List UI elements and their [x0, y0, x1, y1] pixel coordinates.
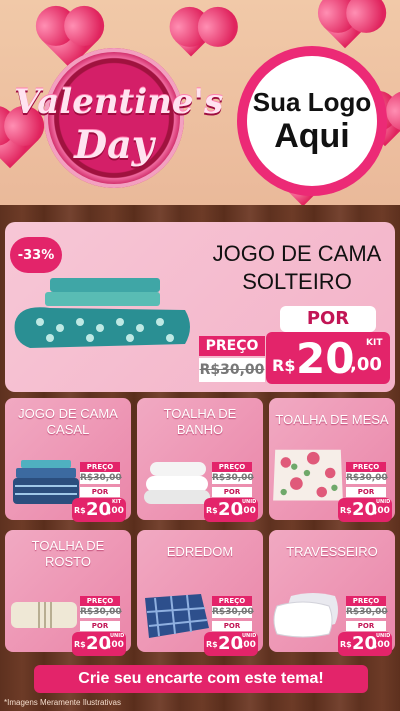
card-title-line2: CASAL — [46, 422, 90, 437]
card-title-line1: TOALHA DE — [31, 538, 105, 553]
card3-price-dec: ,00 — [374, 506, 390, 516]
card1-unit: KIT — [112, 499, 122, 505]
card-title: JOGO DE CAMA CASAL — [5, 406, 131, 438]
card1-price: R$ 20 ,00 KIT — [72, 498, 126, 522]
hero-price-dec: ,00 — [350, 354, 382, 375]
card1-price-dec: ,00 — [108, 506, 124, 516]
card4-por-label: POR — [80, 621, 120, 631]
card6-currency: R$ — [340, 640, 352, 649]
face-towel-image — [11, 602, 77, 628]
card4-price-label: PREÇO — [80, 596, 120, 606]
hero-currency: R$ — [272, 356, 296, 375]
card5-price: R$ 20 ,00 UNID — [204, 632, 258, 656]
card6-por-label: POR — [346, 621, 386, 631]
card4-price: R$ 20 ,00 UNID — [72, 632, 126, 656]
card6-price-label: PREÇO — [346, 596, 386, 606]
card6-price-dec: ,00 — [374, 640, 390, 650]
header-banner: Valentine's Day Sua Logo Aqui — [0, 0, 400, 205]
card-title-line1: EDREDOM — [166, 544, 234, 559]
disclaimer-text: *Imagens Meramente Ilustrativas — [4, 698, 121, 707]
card-title-line1: TRAVESSEIRO — [286, 544, 378, 559]
card5-unit: UNID — [242, 633, 257, 639]
card1-price-label: PREÇO — [80, 462, 120, 472]
card6-old-price: R$30,00 — [346, 606, 388, 618]
card-title: TOALHA DE BANHO — [137, 406, 263, 438]
heart-icon — [323, 5, 367, 49]
card3-por-label: POR — [346, 487, 386, 497]
card1-por-label: POR — [80, 487, 120, 497]
hero-title-line2: SOLTEIRO — [242, 269, 352, 294]
card5-price-label: PREÇO — [212, 596, 252, 606]
card1-currency: R$ — [74, 506, 86, 515]
card2-price-dec: ,00 — [240, 506, 256, 516]
hero-price-label: PREÇO — [199, 336, 265, 356]
card2-price-label: PREÇO — [212, 462, 252, 472]
card2-unit: UNID — [242, 499, 257, 505]
badge-title-line1: Valentine's — [14, 82, 224, 122]
valentines-day-badge: Valentine's Day — [14, 38, 224, 188]
card-title: TRAVESSEIRO — [269, 544, 395, 560]
card-title-line2: BANHO — [176, 422, 224, 437]
card4-currency: R$ — [74, 640, 86, 649]
logo-text-line2: Aqui — [274, 117, 350, 155]
pillow-image — [273, 593, 338, 638]
badge-title-line2: Day — [74, 122, 154, 167]
hero-new-price: R$ 20 ,00 KIT — [266, 332, 390, 384]
card3-old-price: R$30,00 — [346, 472, 388, 484]
card6-unit: UNID — [376, 633, 391, 639]
card2-old-price: R$30,00 — [212, 472, 254, 484]
hero-title: JOGO DE CAMA SOLTEIRO — [192, 240, 400, 296]
discount-badge: -33% — [10, 237, 62, 273]
cta-button[interactable]: Crie seu encarte com este tema! — [34, 665, 368, 693]
logo-placeholder[interactable]: Sua Logo Aqui — [237, 46, 387, 196]
bath-towel-image — [144, 462, 210, 504]
hero-old-price: R$30,00 — [199, 358, 265, 382]
card5-old-price: R$30,00 — [212, 606, 254, 618]
card-title-line1: JOGO DE CAMA — [18, 406, 118, 421]
card2-currency: R$ — [206, 506, 218, 515]
hero-price-int: 20 — [296, 334, 355, 383]
card1-old-price: R$30,00 — [80, 472, 122, 484]
card-title-line1: TOALHA DE — [163, 406, 237, 421]
card5-price-dec: ,00 — [240, 640, 256, 650]
card2-por-label: POR — [212, 487, 252, 497]
comforter-image — [145, 594, 209, 638]
tablecloth-image — [273, 449, 343, 501]
hero-kit-label: KIT — [366, 338, 383, 348]
card6-price: R$ 20 ,00 UNID — [338, 632, 392, 656]
card5-por-label: POR — [212, 621, 252, 631]
card4-price-dec: ,00 — [108, 640, 124, 650]
card2-price: R$ 20 ,00 UNID — [204, 498, 258, 522]
card3-price-label: PREÇO — [346, 462, 386, 472]
card-title-line1: TOALHA DE MESA — [275, 412, 389, 427]
card3-price: R$ 20 ,00 UNID — [338, 498, 392, 522]
hero-por-label: POR — [280, 306, 376, 332]
card-title: EDREDOM — [137, 544, 263, 560]
card4-unit: UNID — [110, 633, 125, 639]
card-title-line2: ROSTO — [45, 554, 91, 569]
card3-currency: R$ — [340, 506, 352, 515]
bedding-image — [13, 460, 79, 504]
bed-sheet-set-image — [14, 278, 191, 348]
logo-text-line1: Sua Logo — [252, 87, 372, 117]
card4-old-price: R$30,00 — [80, 606, 122, 618]
card-title: TOALHA DE MESA — [269, 412, 395, 428]
card5-currency: R$ — [206, 640, 218, 649]
card-title: TOALHA DE ROSTO — [5, 538, 131, 570]
hero-title-line1: JOGO DE CAMA — [212, 241, 382, 266]
card3-unit: UNID — [376, 499, 391, 505]
